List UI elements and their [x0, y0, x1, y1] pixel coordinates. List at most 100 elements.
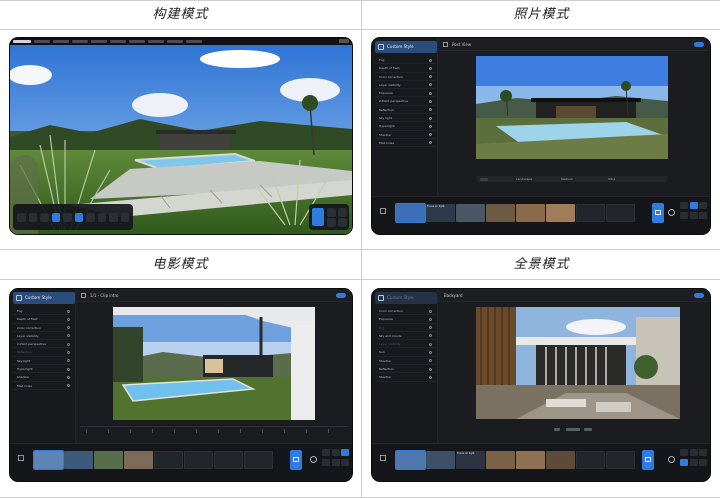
- effect-item[interactable]: Sky light: [13, 357, 73, 366]
- style-header[interactable]: Custom Style: [375, 41, 437, 53]
- effect-item[interactable]: Shadow: [375, 131, 435, 139]
- render-icon[interactable]: [667, 208, 677, 218]
- effect-settings-icon[interactable]: [429, 309, 432, 313]
- effect-settings-icon[interactable]: [67, 384, 70, 388]
- panorama-mode-button[interactable]: [327, 218, 336, 227]
- menu-item[interactable]: [34, 40, 50, 43]
- tool-button-active[interactable]: [74, 212, 83, 222]
- fx-toggle[interactable]: [694, 293, 704, 298]
- panorama-thumbnail[interactable]: Focus on light: [456, 451, 485, 469]
- effect-settings-icon[interactable]: [67, 342, 70, 346]
- fx-toggle[interactable]: [336, 293, 346, 298]
- filmstrip-tools[interactable]: [378, 453, 388, 465]
- fx-toggle[interactable]: [694, 42, 704, 47]
- effect-settings-icon[interactable]: [429, 108, 432, 112]
- tool-button[interactable]: [109, 212, 118, 222]
- panorama-mode-button[interactable]: [322, 459, 330, 466]
- effect-item[interactable]: Shadow: [375, 373, 435, 382]
- shot-thumbnail[interactable]: [395, 203, 426, 223]
- clip-thumbnail[interactable]: [124, 451, 153, 469]
- shot-thumbnail[interactable]: Focus on light: [426, 204, 455, 222]
- render-icon[interactable]: [667, 455, 677, 465]
- tool-button[interactable]: [97, 212, 106, 222]
- effect-item[interactable]: Exposure: [375, 315, 435, 324]
- effect-item[interactable]: Sky light: [375, 114, 435, 123]
- empty-panorama-slot[interactable]: [606, 451, 635, 469]
- effect-settings-icon[interactable]: [429, 350, 432, 354]
- vr-mode-button[interactable]: [690, 212, 698, 219]
- effect-item[interactable]: Reflection: [375, 365, 435, 374]
- vr-mode-button[interactable]: [690, 459, 698, 466]
- effect-item[interactable]: Sky and clouds: [375, 332, 435, 341]
- effect-item[interactable]: 2-Point perspective: [13, 340, 73, 349]
- photo-mode-button[interactable]: [690, 202, 698, 209]
- style-header[interactable]: Custom Style: [13, 292, 75, 304]
- clip-thumbnail[interactable]: [64, 451, 93, 469]
- empty-clip-slot[interactable]: [244, 451, 273, 469]
- vr-mode-button[interactable]: [338, 218, 347, 227]
- panorama-thumbnail[interactable]: [486, 451, 515, 469]
- effect-item[interactable]: Depth of field: [375, 64, 435, 73]
- effect-item[interactable]: Reflection: [375, 106, 435, 115]
- empty-shot-slot[interactable]: [576, 204, 605, 222]
- effect-settings-icon[interactable]: [429, 83, 432, 87]
- effect-settings-icon[interactable]: [429, 141, 432, 145]
- shot-thumbnail[interactable]: [486, 204, 515, 222]
- style-header[interactable]: Custom Style: [375, 292, 437, 304]
- filmstrip-tools[interactable]: [378, 206, 388, 218]
- photo-mode-button[interactable]: [327, 208, 336, 217]
- effect-item[interactable]: 2-Point perspective: [375, 97, 435, 106]
- effect-settings-icon[interactable]: [67, 309, 70, 313]
- panorama-thumbnail[interactable]: [395, 450, 426, 470]
- effect-item[interactable]: Exposure: [375, 89, 435, 98]
- clip-thumbnail[interactable]: [94, 451, 123, 469]
- effect-settings-icon[interactable]: [429, 58, 432, 62]
- empty-clip-slot[interactable]: [184, 451, 213, 469]
- aspect-dropdown[interactable]: Landscape: [516, 176, 532, 181]
- effect-settings-icon[interactable]: [67, 367, 70, 371]
- export-button[interactable]: [341, 459, 349, 466]
- effect-settings-icon[interactable]: [429, 342, 432, 346]
- tool-button[interactable]: [17, 212, 26, 222]
- panorama-viewport[interactable]: [476, 307, 680, 419]
- menu-item[interactable]: [110, 40, 126, 43]
- empty-panorama-slot[interactable]: [576, 451, 605, 469]
- effect-settings-icon[interactable]: [429, 116, 432, 120]
- shot-thumbnail[interactable]: [516, 204, 545, 222]
- effect-item[interactable]: Layer visibility: [375, 340, 435, 349]
- effect-settings-icon[interactable]: [429, 359, 432, 363]
- effect-item[interactable]: Color correction: [13, 324, 73, 332]
- menu-item[interactable]: [129, 40, 145, 43]
- effect-item[interactable]: Fog: [375, 324, 435, 332]
- panorama-mode-button[interactable]: [680, 459, 688, 466]
- menu-item[interactable]: [186, 40, 202, 43]
- empty-shot-slot[interactable]: [606, 204, 635, 222]
- tool-button[interactable]: [120, 212, 129, 222]
- vr-mode-button[interactable]: [332, 459, 340, 466]
- effect-settings-icon[interactable]: [67, 317, 70, 321]
- tool-button[interactable]: [86, 212, 95, 222]
- effect-item[interactable]: Mist noise: [375, 139, 435, 148]
- panorama-thumbnail[interactable]: [546, 451, 575, 469]
- effect-item[interactable]: Reflection: [13, 348, 73, 357]
- photo-mode-button[interactable]: [332, 449, 340, 456]
- effect-item[interactable]: Fog: [375, 56, 435, 65]
- movie-mode-button[interactable]: [699, 202, 707, 209]
- photo-mode-button[interactable]: [690, 449, 698, 456]
- movie-viewport[interactable]: [113, 307, 315, 420]
- tool-button[interactable]: [28, 212, 37, 222]
- add-clip-button[interactable]: [290, 450, 302, 470]
- effect-item[interactable]: Depth of field: [13, 315, 73, 324]
- movie-mode-button[interactable]: [341, 449, 349, 456]
- effect-item[interactable]: Hyperlight: [375, 122, 435, 131]
- tool-button-active[interactable]: [51, 212, 60, 222]
- effect-settings-icon[interactable]: [429, 375, 432, 379]
- menu-item[interactable]: [91, 40, 107, 43]
- effect-settings-icon[interactable]: [429, 133, 432, 137]
- tool-button[interactable]: [63, 212, 72, 222]
- effect-settings-icon[interactable]: [67, 350, 70, 354]
- effect-item[interactable]: Color correction: [375, 307, 435, 316]
- filmstrip-tools[interactable]: [16, 453, 26, 465]
- movie-mode-button[interactable]: [699, 449, 707, 456]
- resolution-dropdown[interactable]: Medium: [561, 176, 573, 181]
